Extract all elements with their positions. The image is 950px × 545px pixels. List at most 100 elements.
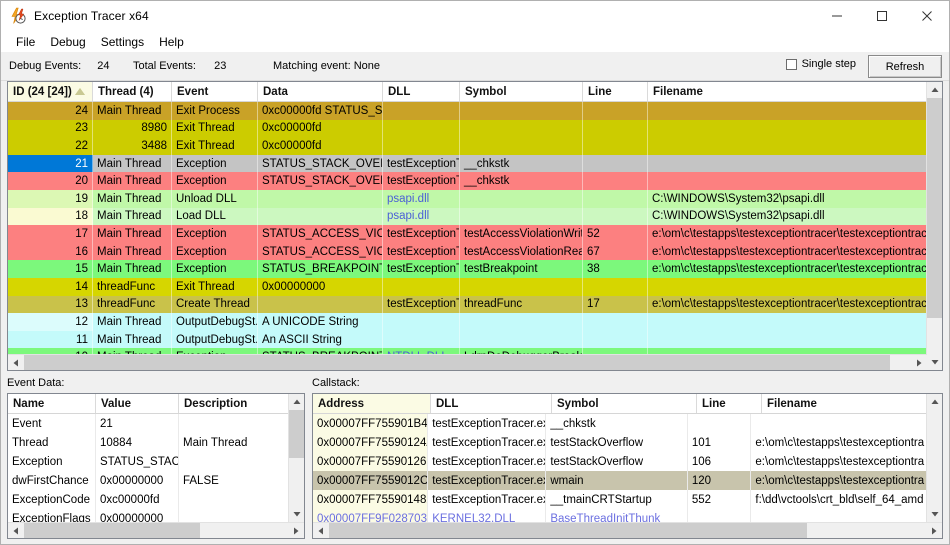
single-step-checkbox-box[interactable] <box>786 59 797 70</box>
event-data-row[interactable]: dwFirstChance0x00000000FALSE <box>8 471 289 490</box>
event-data-row[interactable]: ExceptionFlags0x00000000 <box>8 509 289 522</box>
callstack-vertical-scrollbar[interactable] <box>926 394 942 522</box>
cs-hscroll-thumb[interactable] <box>329 523 807 538</box>
event-data-cell-description <box>179 452 289 471</box>
events-column-header-line[interactable]: Line <box>583 82 648 101</box>
event-data-column-header-description[interactable]: Description <box>179 394 289 413</box>
callstack-column-header-address[interactable]: Address <box>313 394 431 413</box>
scroll-down-icon[interactable] <box>927 354 942 370</box>
table-row[interactable]: 223488Exit Thread0xc00000fd <box>8 137 942 155</box>
scroll-left-icon[interactable] <box>8 355 24 370</box>
callstack-row[interactable]: 0x00007FF75590124AtestExceptionTracer.ex… <box>313 433 927 452</box>
table-row[interactable]: 16Main ThreadExceptionSTATUS_ACCESS_VIOL… <box>8 243 942 261</box>
callstack-cell-filename: e:\om\c\testapps\testexceptiontra <box>751 471 927 490</box>
event-data-vertical-scrollbar[interactable] <box>288 394 304 522</box>
ed-scroll-left-icon[interactable] <box>8 523 24 538</box>
events-column-header-data[interactable]: Data <box>258 82 383 101</box>
menu-settings[interactable]: Settings <box>94 33 151 51</box>
cs-scroll-down-icon[interactable] <box>927 506 942 522</box>
cell-data: STATUS_ACCESS_VIOLATION <box>258 225 383 243</box>
cs-scroll-left-icon[interactable] <box>313 523 329 538</box>
event-data-row[interactable]: ExceptionCode0xc00000fd <box>8 490 289 509</box>
callstack-column-header-line[interactable]: Line <box>697 394 762 413</box>
event-data-box[interactable]: NameValueDescription Event21Thread10884M… <box>7 393 305 539</box>
callstack-row[interactable]: 0x00007FF9F0287034KERNEL32.DLLBaseThread… <box>313 509 927 522</box>
event-data-column-header-value[interactable]: Value <box>96 394 179 413</box>
events-hscroll-track[interactable] <box>890 355 911 370</box>
table-row[interactable]: 13threadFuncCreate ThreadtestExceptionTr… <box>8 296 942 314</box>
ed-scroll-up-icon[interactable] <box>289 394 304 410</box>
callstack-header-row: AddressDLLSymbolLineFilename <box>313 394 942 414</box>
callstack-column-header-symbol[interactable]: Symbol <box>552 394 697 413</box>
single-step-checkbox[interactable]: Single step <box>786 58 856 70</box>
minimize-button[interactable] <box>814 1 859 31</box>
event-data-header-row: NameValueDescription <box>8 394 304 414</box>
event-data-row[interactable]: Thread10884Main Thread <box>8 433 289 452</box>
callstack-cell-address: 0x00007FF7559012C5 <box>313 471 428 490</box>
events-column-header-id-24-24[interactable]: ID (24 [24]) <box>8 82 93 101</box>
menu-file[interactable]: File <box>9 33 42 51</box>
table-row[interactable]: 18Main ThreadLoad DLLpsapi.dllC:\WINDOWS… <box>8 208 942 226</box>
table-row[interactable]: 12Main ThreadOutputDebugSt...A UNICODE S… <box>8 313 942 331</box>
table-row[interactable]: 20Main ThreadExceptionSTATUS_STACK_OVERF… <box>8 172 942 190</box>
cell-event: Exception <box>172 172 258 190</box>
events-scroll-thumb[interactable] <box>927 98 942 318</box>
cell-data: STATUS_STACK_OVERFLOW <box>258 172 383 190</box>
events-hscroll-thumb[interactable] <box>24 355 890 370</box>
cell-symbol: testBreakpoint <box>460 260 583 278</box>
events-column-header-thread-4[interactable]: Thread (4) <box>93 82 172 101</box>
table-row[interactable]: 19Main ThreadUnload DLLpsapi.dllC:\WINDO… <box>8 190 942 208</box>
events-column-header-event[interactable]: Event <box>172 82 258 101</box>
callstack-row[interactable]: 0x00007FF755901B47testExceptionTracer.ex… <box>313 414 927 433</box>
cs-scroll-up-icon[interactable] <box>927 394 942 410</box>
callstack-row[interactable]: 0x00007FF755901482testExceptionTracer.ex… <box>313 490 927 509</box>
ed-hscroll-track[interactable] <box>200 523 288 538</box>
events-horizontal-scrollbar[interactable] <box>8 354 927 370</box>
event-data-row[interactable]: ExceptionSTATUS_STACK_... <box>8 452 289 471</box>
scroll-up-icon[interactable] <box>927 82 942 98</box>
scroll-right-icon[interactable] <box>911 355 927 370</box>
events-column-header-filename[interactable]: Filename <box>648 82 936 101</box>
cs-hscroll-track[interactable] <box>807 523 926 538</box>
events-vertical-scrollbar[interactable] <box>926 82 942 370</box>
events-grid: ID (24 [24])Thread (4)EventDataDLL Symbol… <box>8 82 942 370</box>
event-data-horizontal-scrollbar[interactable] <box>8 522 304 538</box>
events-column-header-dll[interactable]: DLL <box>383 82 460 101</box>
cell-filename <box>648 155 936 173</box>
table-row[interactable]: 17Main ThreadExceptionSTATUS_ACCESS_VIOL… <box>8 225 942 243</box>
cell-dll <box>383 278 460 296</box>
callstack-cell-symbol: testStackOverflow <box>546 433 688 452</box>
ed-scroll-right-icon[interactable] <box>288 523 304 538</box>
menu-debug[interactable]: Debug <box>43 33 92 51</box>
cell-filename: e:\om\c\testapps\testexceptiontracer\tes… <box>648 225 936 243</box>
callstack-column-header-filename[interactable]: Filename <box>762 394 942 413</box>
cell-line <box>583 331 648 349</box>
table-row[interactable]: 238980Exit Thread0xc00000fd <box>8 120 942 138</box>
callstack-column-header-dll[interactable]: DLL <box>431 394 552 413</box>
table-row[interactable]: 21Main ThreadExceptionSTATUS_STACK_OVERF… <box>8 155 942 173</box>
ed-scroll-thumb[interactable] <box>289 410 304 458</box>
table-row[interactable]: 11Main ThreadOutputDebugSt...An ASCII St… <box>8 331 942 349</box>
callstack-row[interactable]: 0x00007FF7559012C5testExceptionTracer.ex… <box>313 471 927 490</box>
ed-hscroll-thumb[interactable] <box>24 523 200 538</box>
event-data-column-header-name[interactable]: Name <box>8 394 96 413</box>
events-list[interactable]: ID (24 [24])Thread (4)EventDataDLL Symbol… <box>7 81 943 371</box>
close-button[interactable] <box>904 1 949 31</box>
maximize-button[interactable] <box>859 1 904 31</box>
callstack-cell-symbol: __tmainCRTStartup <box>546 490 688 509</box>
ed-scroll-down-icon[interactable] <box>289 506 304 522</box>
callstack-box[interactable]: AddressDLLSymbolLineFilename 0x00007FF75… <box>312 393 943 539</box>
table-row[interactable]: 15Main ThreadExceptionSTATUS_BREAKPOINTt… <box>8 260 942 278</box>
refresh-button[interactable]: Refresh <box>868 55 942 78</box>
callstack-horizontal-scrollbar[interactable] <box>313 522 942 538</box>
table-row[interactable]: 14threadFuncExit Thread0x00000000 <box>8 278 942 296</box>
menu-help[interactable]: Help <box>152 33 191 51</box>
event-data-row[interactable]: Event21 <box>8 414 289 433</box>
events-column-header-symbol[interactable]: Symbol <box>460 82 583 101</box>
cell-event: Load DLL <box>172 208 258 226</box>
column-header-label: Symbol <box>465 86 507 98</box>
cs-scroll-right-icon[interactable] <box>926 523 942 538</box>
table-row[interactable]: 24Main ThreadExit Process0xc00000fd STAT… <box>8 102 942 120</box>
cell-thread: Main Thread <box>93 190 172 208</box>
callstack-row[interactable]: 0x00007FF75590126DtestExceptionTracer.ex… <box>313 452 927 471</box>
